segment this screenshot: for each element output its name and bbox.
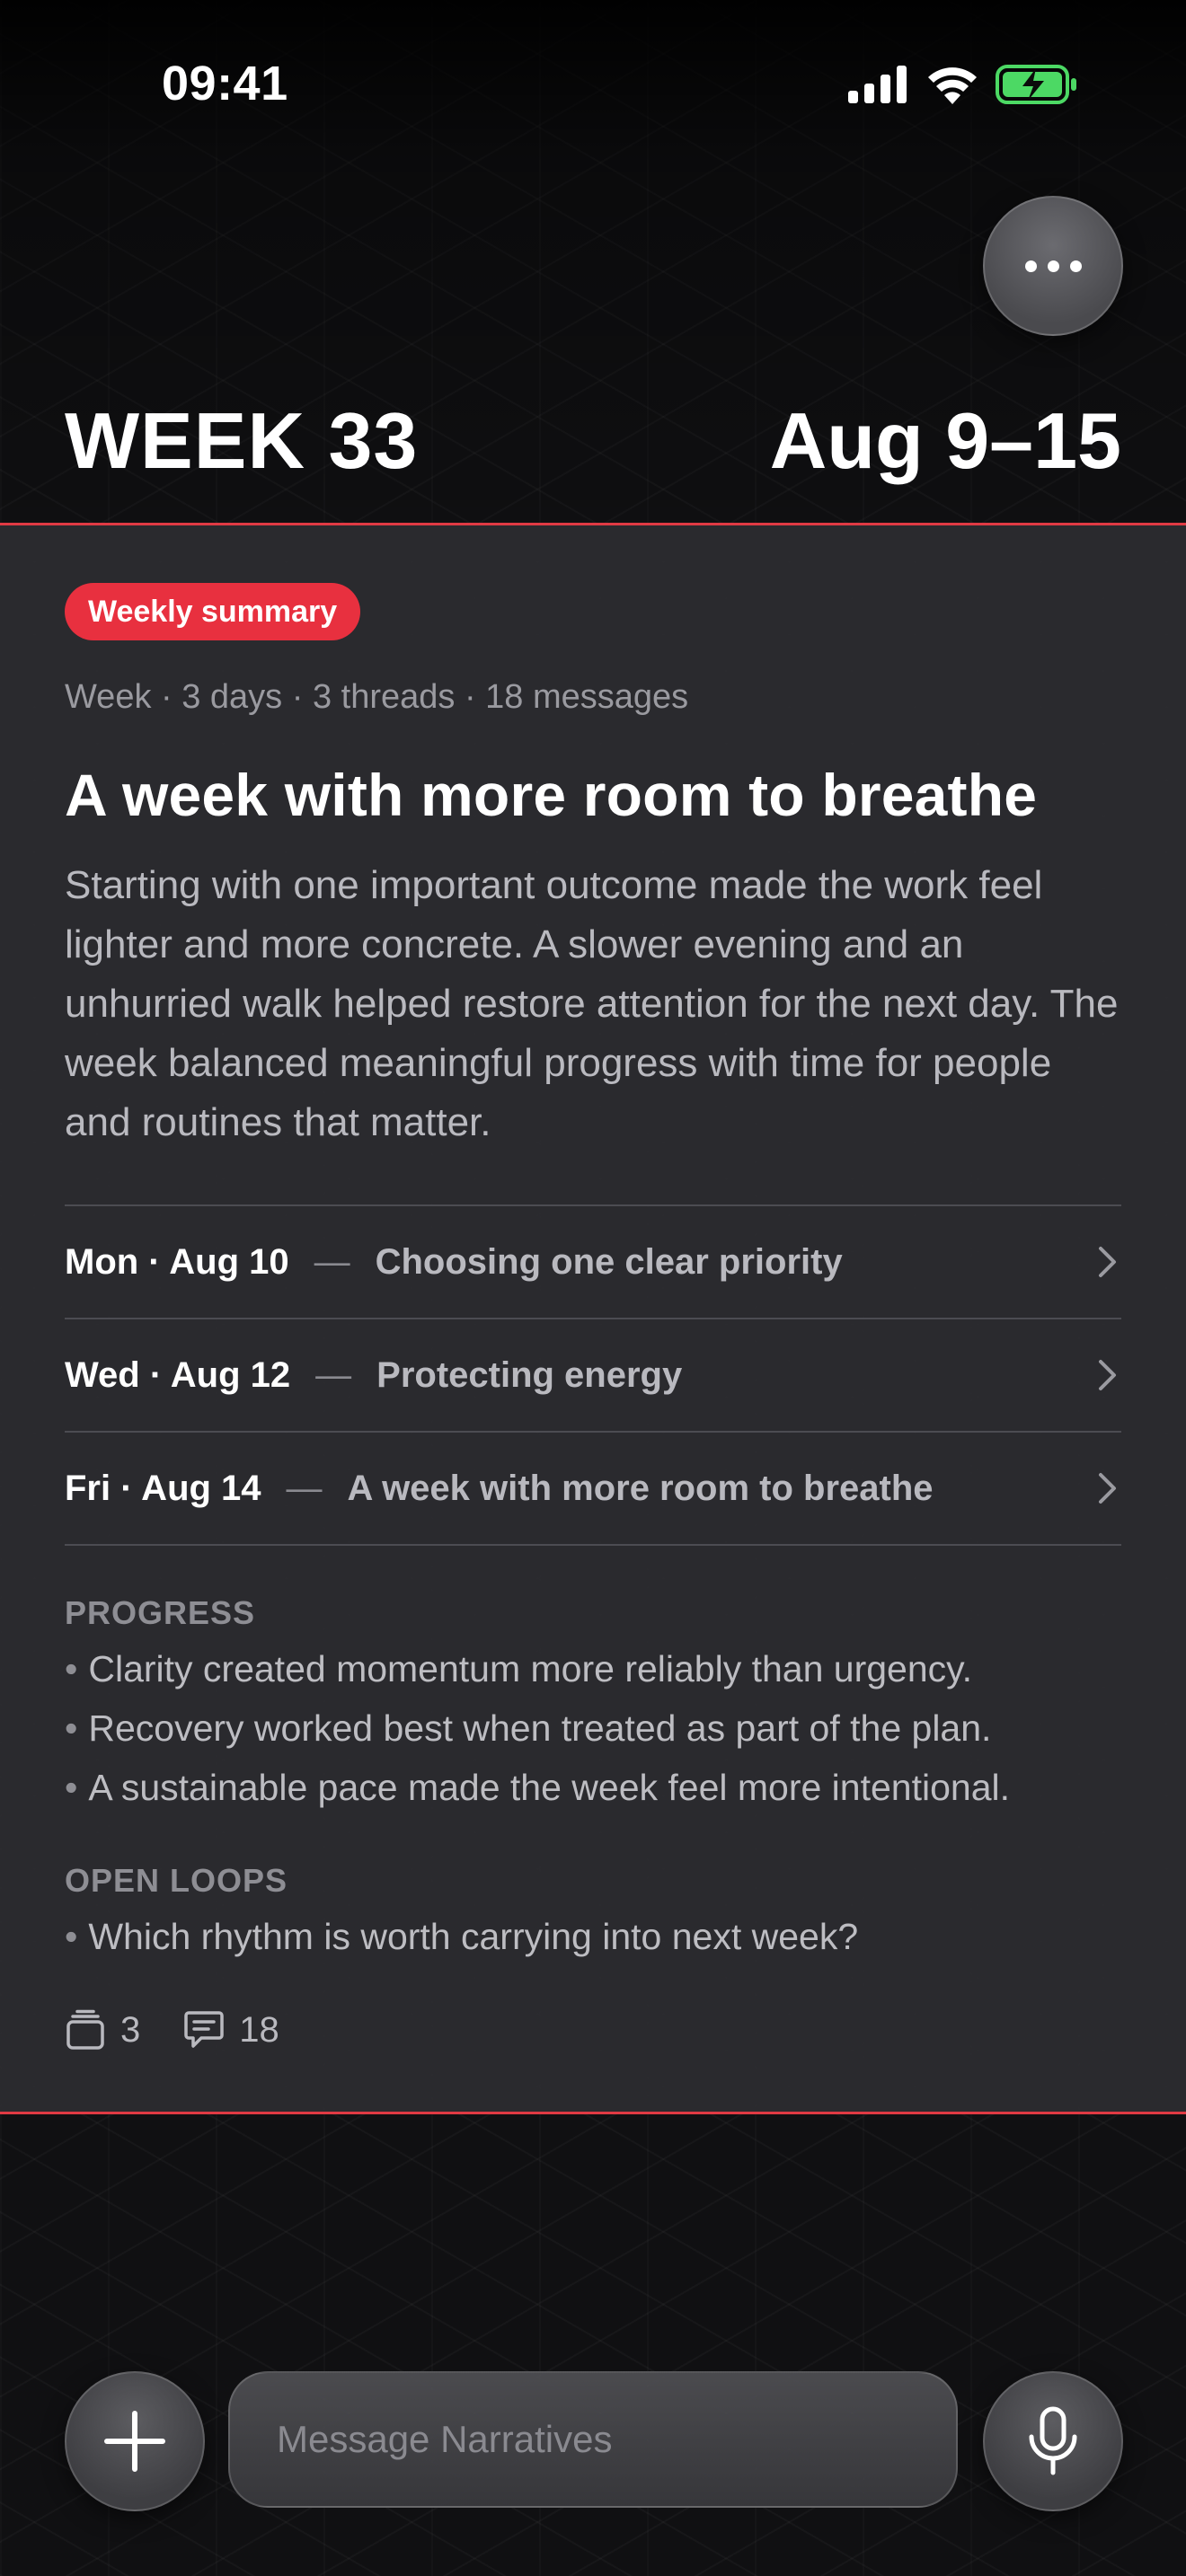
chevron-right-icon bbox=[1099, 1360, 1116, 1390]
list-item: • Which rhythm is worth carrying into nex… bbox=[65, 1916, 859, 1957]
message-input[interactable]: Message Narratives bbox=[228, 2371, 958, 2508]
list-item: • Recovery worked best when treated as pa… bbox=[65, 1707, 992, 1749]
thread-date: Mon · Aug 10 bbox=[65, 1241, 289, 1282]
thread-count: 3 bbox=[120, 2009, 141, 2050]
chevron-right-icon bbox=[1099, 1473, 1116, 1504]
status-icons bbox=[848, 65, 1078, 104]
message-placeholder: Message Narratives bbox=[277, 2418, 613, 2460]
microphone-button[interactable] bbox=[983, 2371, 1123, 2511]
thread-title: A week with more room to breathe bbox=[347, 1468, 934, 1508]
progress-label: PROGRESS bbox=[65, 1594, 256, 1631]
message-count: 18 bbox=[239, 2009, 279, 2050]
week-date-range: Aug 9–15 bbox=[769, 396, 1121, 485]
week-title: WEEK 33 bbox=[65, 396, 419, 485]
ellipsis-icon bbox=[1024, 260, 1082, 272]
progress-list: • Clarity created momentum more reliably … bbox=[65, 1639, 1010, 1817]
thread-row-mon[interactable]: Mon · Aug 10 — Choosing one clear priori… bbox=[65, 1204, 1121, 1318]
summary-counts: 3 18 bbox=[65, 2009, 323, 2051]
plus-icon bbox=[104, 2411, 165, 2472]
thread-separator: — bbox=[286, 1468, 323, 1508]
thread-date: Fri · Aug 14 bbox=[65, 1468, 261, 1508]
thread-list: Mon · Aug 10 — Choosing one clear priori… bbox=[65, 1204, 1121, 1546]
summary-meta: Week · 3 days · 3 threads · 18 messages bbox=[65, 678, 689, 716]
wifi-icon bbox=[928, 67, 977, 104]
summary-body: Starting with one important outcome made… bbox=[65, 863, 1119, 1144]
thread-date: Wed · Aug 12 bbox=[65, 1354, 291, 1395]
add-button[interactable] bbox=[65, 2371, 205, 2511]
message-bubble-icon bbox=[183, 2009, 225, 2051]
status-time: 09:41 bbox=[162, 57, 288, 110]
thread-title: Choosing one clear priority bbox=[375, 1241, 843, 1282]
list-item: • Clarity created momentum more reliably … bbox=[65, 1648, 972, 1689]
summary-headline: A week with more room to breathe bbox=[65, 762, 1038, 828]
status-bar: 09:41 bbox=[0, 0, 1186, 171]
thread-row-wed[interactable]: Wed · Aug 12 — Protecting energy bbox=[65, 1318, 1121, 1431]
signal-icon bbox=[848, 66, 907, 103]
battery-charging-icon bbox=[996, 65, 1076, 104]
thread-row-fri[interactable]: Fri · Aug 14 — A week with more room to … bbox=[65, 1431, 1121, 1546]
microphone-icon bbox=[1029, 2406, 1077, 2475]
more-options-button[interactable] bbox=[983, 196, 1123, 336]
open-loops-label: OPEN LOOPS bbox=[65, 1862, 288, 1899]
threads-stack-icon bbox=[65, 2009, 106, 2051]
thread-separator: — bbox=[315, 1354, 352, 1395]
open-loops-list: • Which rhythm is worth carrying into nex… bbox=[65, 1907, 858, 1966]
list-item: • A sustainable pace made the week feel m… bbox=[65, 1767, 1010, 1808]
thread-separator: — bbox=[314, 1241, 350, 1282]
weekly-summary-badge: Weekly summary bbox=[65, 583, 361, 640]
weekly-summary-card: Weekly summary Week · 3 days · 3 threads… bbox=[0, 523, 1186, 2114]
thread-title: Protecting energy bbox=[376, 1354, 683, 1395]
chevron-right-icon bbox=[1099, 1247, 1116, 1277]
